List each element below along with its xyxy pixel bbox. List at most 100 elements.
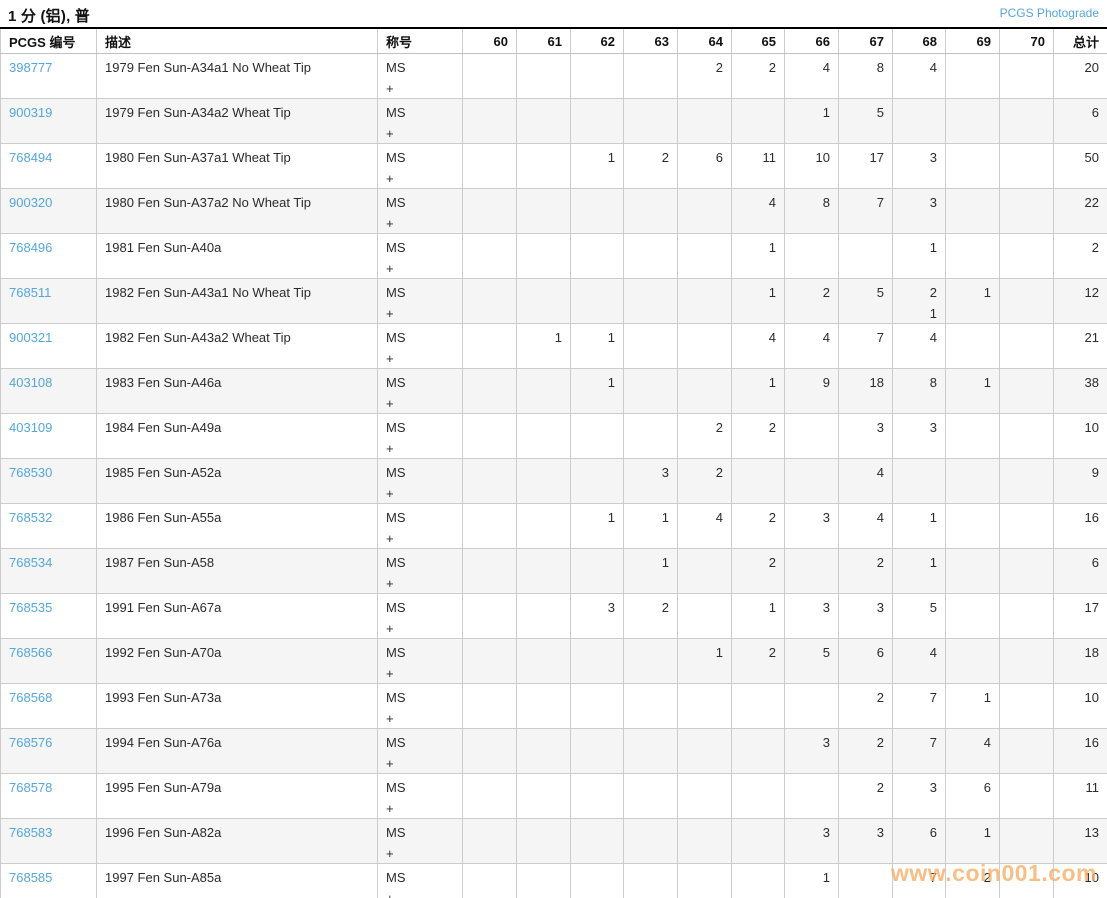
grade-70-ms-count xyxy=(1008,690,1045,706)
grade-60-plus-count xyxy=(471,846,508,862)
grade-61-ms-count xyxy=(525,870,562,886)
grade-68-plus-count xyxy=(901,711,937,727)
pcgs-number-link[interactable]: 768511 xyxy=(9,285,51,300)
grade-64-plus-count xyxy=(686,621,723,637)
grade-70-cell xyxy=(1000,774,1054,819)
grade-64-ms-count xyxy=(686,330,723,346)
grade-70-cell xyxy=(1000,369,1054,414)
pcgs-photograde-link[interactable]: PCGS Photograde xyxy=(1000,6,1099,20)
grade-62-plus-count xyxy=(579,801,615,817)
grade-61-ms-count xyxy=(525,825,562,841)
grade-60-plus-count xyxy=(471,171,508,187)
grade-66-ms-count: 1 xyxy=(793,105,830,121)
grade-67-plus-count xyxy=(847,801,884,817)
grade-60-ms-count xyxy=(471,240,508,256)
total-count: 13 xyxy=(1062,825,1099,841)
grade-66-cell xyxy=(785,234,839,279)
pcgs-number-link[interactable]: 768566 xyxy=(9,645,52,660)
page-title: 1 分 (铝), 普 xyxy=(8,5,90,26)
pcgs-number-link[interactable]: 768496 xyxy=(9,240,52,255)
grade-69-plus-count xyxy=(954,216,991,232)
designation-ms-label: MS xyxy=(386,600,454,616)
designation-ms-label: MS xyxy=(386,375,454,391)
table-row: 7685761994 Fen Sun-A76aMS+327416 xyxy=(1,729,1107,774)
total-cell: 10 xyxy=(1054,864,1107,898)
description-cell: 1981 Fen Sun-A40a xyxy=(97,234,378,279)
grade-65-plus-count xyxy=(740,216,776,232)
total-cell: 9 xyxy=(1054,459,1107,504)
grade-67-ms-count: 8 xyxy=(847,60,884,76)
pcgs-number-link[interactable]: 768568 xyxy=(9,690,52,705)
description-cell: 1980 Fen Sun-A37a1 Wheat Tip xyxy=(97,144,378,189)
grade-66-plus-count xyxy=(793,576,830,592)
pcgs-number-link[interactable]: 403108 xyxy=(9,375,52,390)
grade-67-cell: 5 xyxy=(839,279,893,324)
grade-68-cell xyxy=(893,459,946,504)
pcgs-number-link[interactable]: 768530 xyxy=(9,465,52,480)
grade-68-ms-count: 4 xyxy=(901,330,937,346)
grade-64-ms-count xyxy=(686,195,723,211)
grade-64-ms-count: 2 xyxy=(686,60,723,76)
grade-65-ms-count: 11 xyxy=(740,150,776,166)
grade-66-ms-count xyxy=(793,555,830,571)
grade-69-ms-count: 6 xyxy=(954,780,991,796)
pcgs-number-link[interactable]: 900319 xyxy=(9,105,52,120)
pcgs-number-link[interactable]: 398777 xyxy=(9,60,52,75)
pcgs-number-link[interactable]: 768532 xyxy=(9,510,52,525)
designation-cell: MS+ xyxy=(378,279,463,324)
grade-68-cell: 4 xyxy=(893,54,946,99)
grade-67-cell: 4 xyxy=(839,459,893,504)
grade-69-ms-count xyxy=(954,465,991,481)
grade-66-cell xyxy=(785,459,839,504)
designation-ms-label: MS xyxy=(386,330,454,346)
grade-68-cell: 4 xyxy=(893,639,946,684)
total-count: 17 xyxy=(1062,600,1099,616)
grade-61-cell xyxy=(517,234,571,279)
pcgs-number-link[interactable]: 900321 xyxy=(9,330,52,345)
grade-69-cell xyxy=(946,189,1000,234)
grade-67-ms-count xyxy=(847,240,884,256)
grade-67-plus-count xyxy=(847,486,884,502)
grade-69-cell: 1 xyxy=(946,279,1000,324)
grade-68-ms-count: 7 xyxy=(901,870,937,886)
grade-61-plus-count xyxy=(525,486,562,502)
grade-69-plus-count xyxy=(954,846,991,862)
pcgs-number-link[interactable]: 900320 xyxy=(9,195,52,210)
table-row: 7685341987 Fen Sun-A58MS+12216 xyxy=(1,549,1107,594)
pcgs-number-link[interactable]: 768535 xyxy=(9,600,52,615)
grade-65-cell: 2 xyxy=(732,549,785,594)
pcgs-number-link[interactable]: 768583 xyxy=(9,825,52,840)
grade-70-cell xyxy=(1000,864,1054,898)
pcgs-number-link[interactable]: 768576 xyxy=(9,735,52,750)
grade-62-plus-count xyxy=(579,846,615,862)
pcgs-number-link[interactable]: 768494 xyxy=(9,150,52,165)
col-header-grade-68: 68 xyxy=(893,28,946,54)
grade-69-plus-count xyxy=(954,576,991,592)
grade-64-cell: 4 xyxy=(678,504,732,549)
grade-66-ms-count xyxy=(793,690,830,706)
grade-64-plus-count xyxy=(686,531,723,547)
pcgs-number-link[interactable]: 768578 xyxy=(9,780,52,795)
total-cell: 50 xyxy=(1054,144,1107,189)
pcgs-number-link[interactable]: 768534 xyxy=(9,555,52,570)
table-row: 4031081983 Fen Sun-A46aMS+119188138 xyxy=(1,369,1107,414)
grade-70-cell xyxy=(1000,189,1054,234)
grade-70-ms-count xyxy=(1008,600,1045,616)
grade-68-plus-count xyxy=(901,666,937,682)
pcgs-number-link[interactable]: 403109 xyxy=(9,420,52,435)
grade-64-cell xyxy=(678,324,732,369)
grade-60-ms-count xyxy=(471,465,508,481)
grade-69-cell xyxy=(946,99,1000,144)
grade-66-cell: 4 xyxy=(785,324,839,369)
grade-70-ms-count xyxy=(1008,195,1045,211)
description-cell: 1986 Fen Sun-A55a xyxy=(97,504,378,549)
grade-61-plus-count xyxy=(525,81,562,97)
designation-cell: MS+ xyxy=(378,684,463,729)
pcgs-number-link[interactable]: 768585 xyxy=(9,870,52,885)
grade-68-plus-count xyxy=(901,261,937,277)
grade-61-cell xyxy=(517,99,571,144)
grade-65-plus-count xyxy=(740,486,776,502)
grade-60-cell xyxy=(463,684,517,729)
grade-60-cell xyxy=(463,144,517,189)
grade-66-plus-count xyxy=(793,711,830,727)
